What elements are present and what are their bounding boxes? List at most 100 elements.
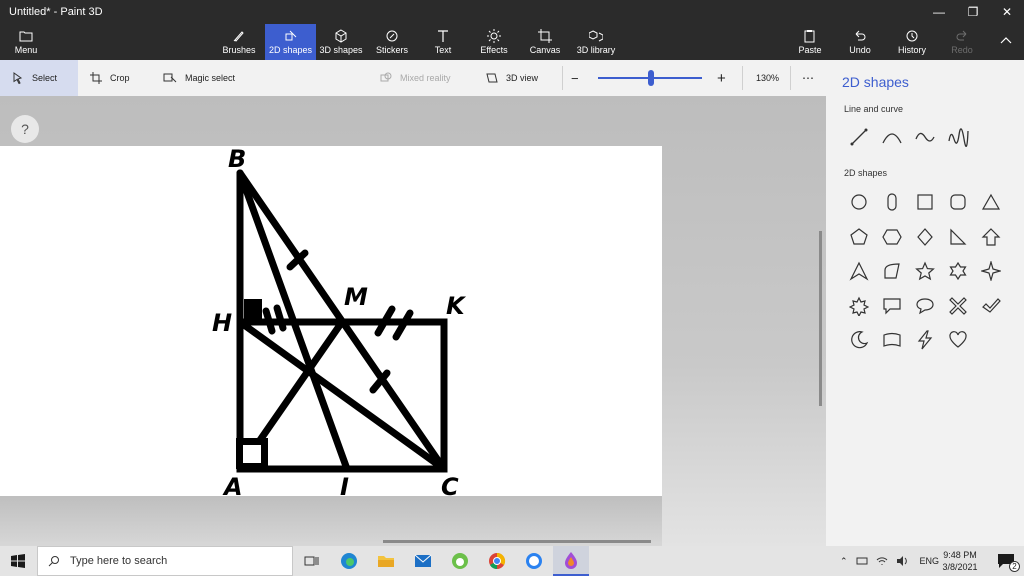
zalo-app[interactable] bbox=[516, 546, 552, 576]
zoom-out-button[interactable]: − bbox=[571, 60, 579, 96]
arrowhead-icon bbox=[849, 261, 869, 281]
mixed-reality-icon bbox=[380, 72, 392, 82]
lightning-icon bbox=[917, 330, 933, 350]
paste-button[interactable]: Paste bbox=[796, 24, 824, 60]
heart-shape-tool[interactable] bbox=[945, 327, 971, 353]
triangle-shape-tool[interactable] bbox=[978, 189, 1004, 215]
burst-icon bbox=[849, 296, 869, 316]
tab-3d-library[interactable]: 3D library bbox=[574, 24, 618, 60]
menu-label: Menu bbox=[14, 45, 38, 55]
canvas-reflection bbox=[0, 496, 662, 546]
curve-3-tool[interactable] bbox=[945, 124, 971, 150]
redo-icon bbox=[956, 30, 967, 41]
chevron-up-icon[interactable]: ⌃ bbox=[840, 556, 848, 567]
line-icon bbox=[850, 128, 868, 146]
magic-select-tool[interactable]: Magic select bbox=[163, 60, 235, 96]
crop-tool[interactable]: Crop bbox=[90, 60, 130, 96]
checkmark-shape-tool[interactable] bbox=[978, 293, 1004, 319]
x-shape-shape-tool[interactable] bbox=[945, 293, 971, 319]
horizontal-scrollbar[interactable] bbox=[383, 540, 651, 543]
select-tool[interactable]: Select bbox=[0, 60, 78, 96]
curve-1-tool[interactable] bbox=[879, 124, 905, 150]
clock[interactable]: 9:48 PM 3/8/2021 bbox=[937, 549, 983, 573]
arrowhead-shape-tool[interactable] bbox=[846, 258, 872, 284]
cursor-icon bbox=[13, 72, 23, 84]
network-device-icon[interactable] bbox=[856, 556, 868, 566]
search-placeholder: Type here to search bbox=[70, 555, 168, 567]
right-triangle-shape-tool[interactable] bbox=[945, 224, 971, 250]
pentagon-shape-tool[interactable] bbox=[846, 224, 872, 250]
coccoc-app[interactable] bbox=[442, 546, 478, 576]
maximize-button[interactable]: ❐ bbox=[956, 0, 990, 24]
arrow-up-shape-tool[interactable] bbox=[978, 224, 1004, 250]
paint-3d-app[interactable] bbox=[553, 546, 589, 576]
tab-label: Brushes bbox=[222, 45, 256, 55]
ellipse-shape-tool[interactable] bbox=[879, 189, 905, 215]
hexagon-shape-tool[interactable] bbox=[879, 224, 905, 250]
label-i: I bbox=[340, 473, 349, 496]
crop-icon bbox=[90, 72, 102, 84]
star-4-shape-tool[interactable] bbox=[978, 258, 1004, 284]
circle-shape-tool[interactable] bbox=[846, 189, 872, 215]
drawing-canvas[interactable]: B H M K A I C bbox=[0, 145, 662, 501]
clipboard-icon bbox=[804, 30, 815, 43]
collapse-ribbon-button[interactable] bbox=[996, 24, 1016, 60]
menu-button[interactable]: Menu bbox=[6, 24, 46, 60]
canvas-icon bbox=[538, 29, 552, 43]
minimize-button[interactable]: — bbox=[922, 0, 956, 24]
magic-select-icon bbox=[163, 73, 177, 83]
burst-shape-tool[interactable] bbox=[846, 293, 872, 319]
taskbar-search[interactable]: Type here to search bbox=[37, 546, 293, 576]
tab-effects[interactable]: Effects bbox=[478, 24, 510, 60]
star-5-shape-tool[interactable] bbox=[912, 258, 938, 284]
square-shape-tool[interactable] bbox=[912, 189, 938, 215]
close-button[interactable]: ✕ bbox=[990, 0, 1024, 24]
curve-2-tool[interactable] bbox=[912, 124, 938, 150]
notifications-button[interactable]: 2 bbox=[988, 546, 1024, 576]
ellipse-icon bbox=[887, 193, 897, 211]
heart-icon bbox=[949, 331, 967, 348]
file-explorer-app[interactable] bbox=[368, 546, 404, 576]
tab-2d-shapes[interactable]: 2D shapes bbox=[265, 24, 316, 60]
speech-bubble-oval-shape-tool[interactable] bbox=[912, 293, 938, 319]
workspace[interactable]: ? B H M K A I C bbox=[0, 96, 826, 546]
undo-button[interactable]: Undo bbox=[847, 24, 873, 60]
wifi-icon[interactable] bbox=[876, 555, 888, 567]
zoom-in-button[interactable]: + bbox=[717, 60, 726, 96]
tab-stickers[interactable]: Stickers bbox=[374, 24, 410, 60]
start-button[interactable] bbox=[0, 546, 36, 576]
line-tool[interactable] bbox=[846, 124, 872, 150]
help-button[interactable]: ? bbox=[11, 115, 39, 143]
history-button[interactable]: History bbox=[896, 24, 928, 60]
quarter-curve-shape-tool[interactable] bbox=[879, 258, 905, 284]
brush-icon bbox=[233, 31, 244, 42]
tab-brushes[interactable]: Brushes bbox=[220, 24, 258, 60]
crescent-shape-tool[interactable] bbox=[846, 327, 872, 353]
taskbar: Type here to search ⌃ ENG 9:48 PM 3/8/20… bbox=[0, 546, 1024, 576]
mail-app[interactable] bbox=[405, 546, 441, 576]
cube-icon bbox=[335, 29, 347, 43]
banner-shape-tool[interactable] bbox=[879, 327, 905, 353]
lightning-shape-tool[interactable] bbox=[912, 327, 938, 353]
edge-app[interactable] bbox=[331, 546, 367, 576]
magic-select-label: Magic select bbox=[185, 73, 236, 83]
chrome-app[interactable] bbox=[479, 546, 515, 576]
3d-view-tool[interactable]: 3D view bbox=[486, 60, 538, 96]
redo-button[interactable]: Redo bbox=[950, 24, 974, 60]
tab-text[interactable]: Text bbox=[428, 24, 458, 60]
zoom-slider-thumb[interactable] bbox=[648, 70, 655, 86]
diamond-shape-tool[interactable] bbox=[912, 224, 938, 250]
speech-bubble-rect-shape-tool[interactable] bbox=[879, 293, 905, 319]
task-view-button[interactable] bbox=[294, 546, 330, 576]
paste-label: Paste bbox=[798, 45, 822, 55]
mixed-reality-tool[interactable]: Mixed reality bbox=[380, 60, 451, 96]
tab-canvas[interactable]: Canvas bbox=[528, 24, 562, 60]
vertical-scrollbar[interactable] bbox=[819, 231, 822, 406]
volume-icon[interactable] bbox=[896, 555, 908, 567]
star-6-shape-tool[interactable] bbox=[945, 258, 971, 284]
tab-3d-shapes[interactable]: 3D shapes bbox=[319, 24, 363, 60]
rounded-square-shape-tool[interactable] bbox=[945, 189, 971, 215]
zoom-value[interactable]: 130% bbox=[756, 60, 779, 96]
more-options-button[interactable]: ⋯ bbox=[802, 60, 814, 96]
windows-icon bbox=[11, 554, 25, 568]
